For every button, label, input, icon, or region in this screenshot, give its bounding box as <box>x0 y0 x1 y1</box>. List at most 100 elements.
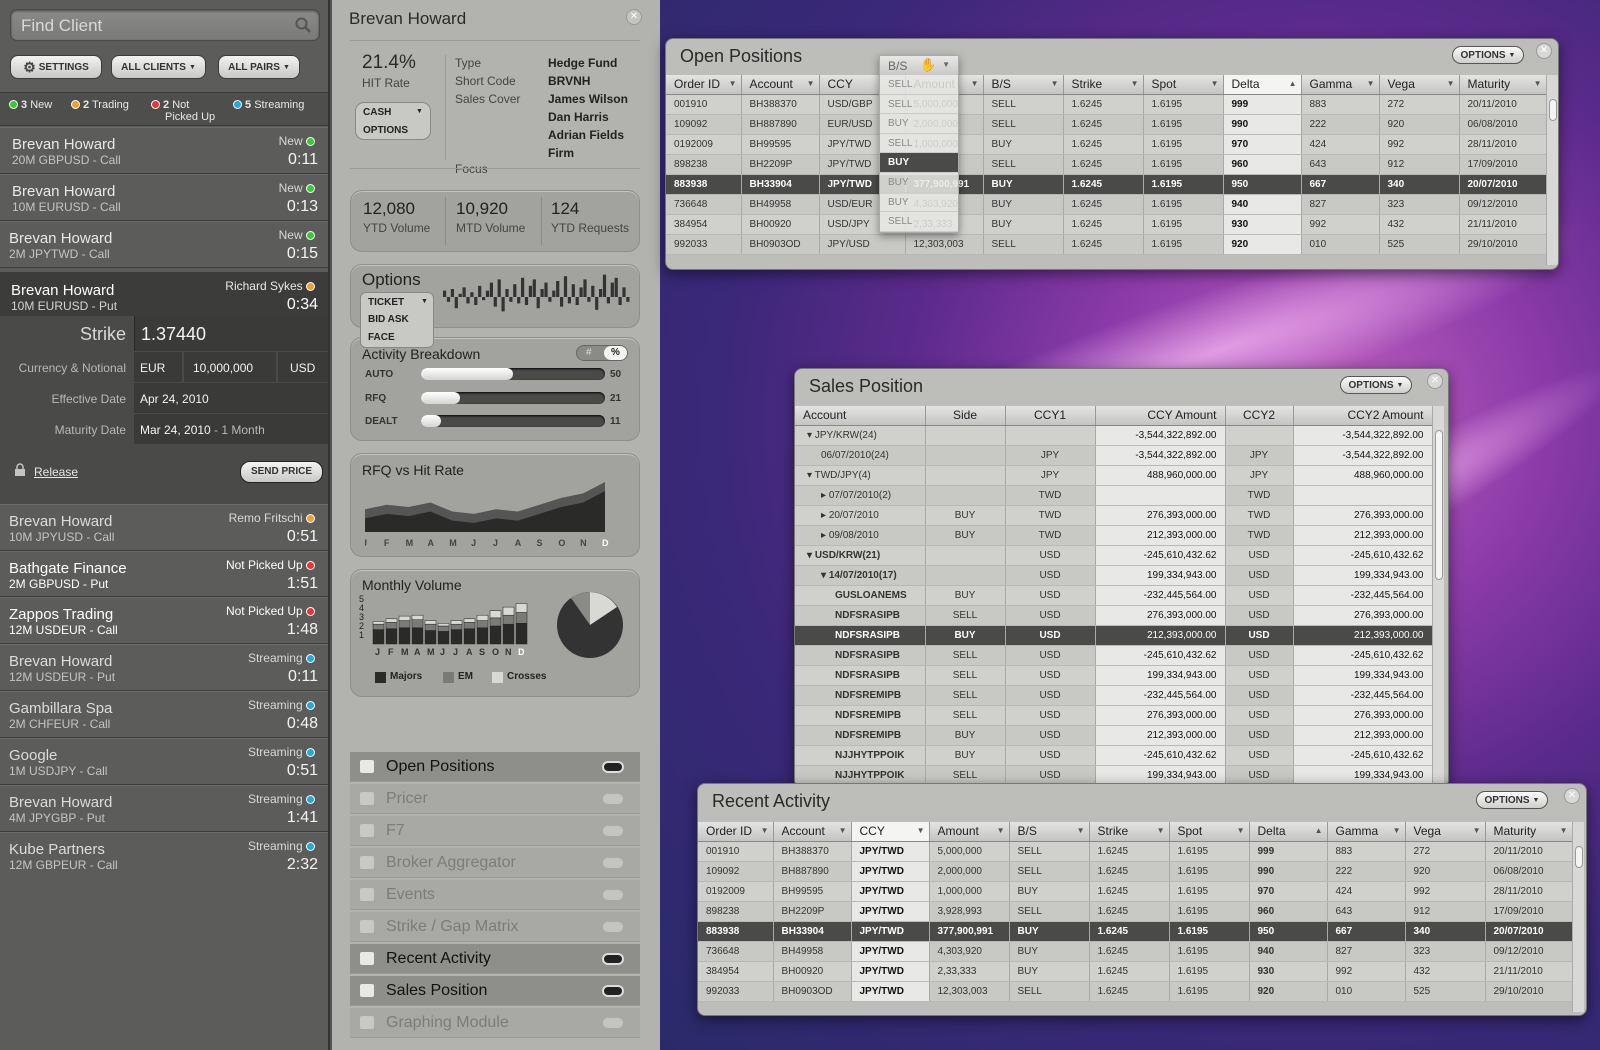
maturity-date-input[interactable]: Mar 24, 2010 - 1 Month <box>134 414 328 444</box>
ccy2-input[interactable]: USD <box>278 352 328 382</box>
dropdown-option[interactable]: BUY <box>880 153 958 173</box>
settings-button[interactable]: ⚙ SETTINGS <box>10 55 102 79</box>
nav-toggle[interactable] <box>602 857 624 869</box>
nav-item[interactable]: F7 <box>350 816 640 846</box>
dropdown-option[interactable]: SELL <box>880 134 958 154</box>
search-input[interactable]: Find Client <box>10 9 320 41</box>
close-icon[interactable]: ✕ <box>626 9 642 25</box>
close-icon[interactable]: ✕ <box>1536 43 1552 59</box>
column-header[interactable]: Delta ▲ <box>1249 822 1328 842</box>
table-row[interactable]: 898238BH2209PJPY/TWD3,928,993SELL1.62451… <box>666 154 1547 175</box>
column-header[interactable]: Account ▼ <box>773 822 852 842</box>
client-row[interactable]: Brevan Howard 2M JPYTWD - Call New 0:15 <box>0 221 328 268</box>
table-row[interactable]: ▸ 20/07/2010 BUY TWD 276,393,000.00 TWD 276,3… <box>795 505 1433 526</box>
dropdown-option[interactable]: BUY <box>880 193 958 213</box>
column-header[interactable]: CCY▼ <box>851 822 930 842</box>
nav-item[interactable]: Sales Position <box>350 976 640 1006</box>
column-header[interactable]: Account <box>795 406 926 426</box>
client-row[interactable]: Kube Partners 12M GBPEUR - Call Streamin… <box>0 832 328 879</box>
toggle-percent[interactable]: % <box>604 346 627 360</box>
column-header[interactable]: CCY2 <box>1225 406 1294 426</box>
dropdown-option[interactable]: SELL <box>880 212 958 232</box>
recent-activity-window[interactable]: Recent Activity OPTIONS ▼ ✕ Order ID ▼ Acco… <box>697 783 1587 1016</box>
table-row[interactable]: 992033 BH0903OD JPY/TWD 12,303,003 SELL 1.624… <box>698 981 1573 1002</box>
column-header[interactable]: Gamma ▼ <box>1327 822 1406 842</box>
search-icon[interactable] <box>295 17 311 36</box>
table-row[interactable]: ▾ JPY/KRW(24) -3,544,322,892.00 -3,544,322… <box>795 425 1433 446</box>
scrollbar[interactable] <box>1432 406 1444 787</box>
client-row[interactable]: Gambillara Spa 2M CHFEUR - Call Streamin… <box>0 691 328 738</box>
table-row[interactable]: ▸ 07/07/2010(2) TWD TWD <box>795 485 1433 506</box>
expand-icon[interactable]: ▸ <box>821 510 829 521</box>
nav-toggle[interactable] <box>602 761 624 773</box>
client-row[interactable]: Brevan Howard 20M GBPUSD - Call New 0:11 <box>0 127 328 174</box>
product-options[interactable]: OPTIONS <box>363 125 408 136</box>
sales-position-window[interactable]: Sales Position OPTIONS ▼ ✕ Account Side CCY… <box>794 368 1449 788</box>
filter-trading[interactable]: 2 Trading <box>71 99 129 111</box>
table-row[interactable]: 898238BH2209PJPY/TWD3,928,993SELL1.62451… <box>698 901 1573 922</box>
table-row[interactable]: NDFSRASIPB SELL USD -245,610,432.62 USD -245,… <box>795 645 1433 666</box>
strike-input[interactable]: 1.37440 <box>134 316 328 351</box>
column-header[interactable]: Spot ▼ <box>1169 822 1250 842</box>
dropdown-option[interactable]: BUY <box>880 114 958 134</box>
column-header[interactable]: Delta ▲ <box>1223 75 1302 95</box>
table-row[interactable]: ▾ 14/07/2010(17) USD 199,334,943.00 USD 199,… <box>795 565 1433 586</box>
column-header[interactable]: CCY2 Amount <box>1293 406 1433 426</box>
table-row[interactable]: 001910BH388370USD/GBP5,000,000SELL1.6245… <box>666 94 1547 115</box>
client-row[interactable]: Bathgate Finance 2M GBPUSD - Put Not Pic… <box>0 551 328 597</box>
nav-toggle[interactable] <box>602 825 624 837</box>
bs-column-dropdown[interactable]: B/S ▼ ✋ SELL SELL BUY SELL BUY BUY BUY SELL <box>879 55 959 233</box>
column-header[interactable]: B/S ▼ <box>983 75 1064 95</box>
filter-new[interactable]: 3 New <box>9 99 52 111</box>
collapse-icon[interactable]: ▾ <box>807 470 815 481</box>
nav-item[interactable]: Broker Aggregator <box>350 848 640 878</box>
view-mode-dropdown[interactable]: TICKET ▼ BID ASK FACE <box>360 292 434 348</box>
table-row[interactable]: NJJHYTPPOIK BUY USD -245,610,432.62 USD -245,… <box>795 745 1433 766</box>
options-button[interactable]: OPTIONS ▼ <box>1452 46 1524 64</box>
column-header[interactable]: B/S ▼ <box>1009 822 1090 842</box>
column-header[interactable]: Maturity ▼ <box>1485 822 1573 842</box>
expand-icon[interactable]: ▸ <box>821 530 829 541</box>
column-header[interactable]: Maturity ▼ <box>1459 75 1547 95</box>
column-header[interactable]: Spot ▼ <box>1143 75 1224 95</box>
nav-item[interactable]: Recent Activity <box>350 944 640 974</box>
all-pairs-dropdown[interactable]: ALL PAIRS ▼ <box>218 55 300 79</box>
client-row[interactable]: Brevan Howard 4M JPYGBP - Put Streaming … <box>0 785 328 832</box>
table-row[interactable]: NDFSRASIPB SELL USD 199,334,943.00 USD 199,33… <box>795 665 1433 686</box>
client-row[interactable]: Zappos Trading 12M USDEUR - Call Not Pic… <box>0 597 328 644</box>
nav-item[interactable]: Open Positions <box>350 752 640 782</box>
table-row[interactable]: 0192009BH99595JPY/TWD1,000,000BUY1.62451… <box>666 134 1547 155</box>
table-row[interactable]: 384954 BH00920 JPY/TWD 2,33,333 BUY 1.6245 1.6… <box>698 961 1573 982</box>
client-row[interactable]: Brevan Howard 10M EURUSD - Call New 0:13 <box>0 174 328 221</box>
expand-icon[interactable]: ▸ <box>821 490 829 501</box>
options-button[interactable]: OPTIONS ▼ <box>1340 376 1412 394</box>
table-row[interactable]: 384954BH00920USD/JPY2,33,333BUY1.62451.6… <box>666 214 1547 235</box>
product-selector[interactable]: CASH ▼ OPTIONS <box>355 102 431 140</box>
column-header[interactable]: Vega ▼ <box>1379 75 1460 95</box>
table-row[interactable]: GUSLOANEMS BUY USD -232,445,564.00 USD -232,4… <box>795 585 1433 606</box>
column-header[interactable]: Gamma ▼ <box>1301 75 1380 95</box>
close-icon[interactable]: ✕ <box>1564 788 1580 804</box>
table-row[interactable]: 992033 BH0903OD JPY/USD 12,303,003 SELL 1.624… <box>666 234 1547 255</box>
nav-toggle[interactable] <box>602 921 624 933</box>
table-row[interactable]: 001910 BH388370 JPY/TWD 5,000,000 SELL 1.6245… <box>698 841 1573 862</box>
table-row[interactable]: 736648 BH49958 JPY/TWD 4,303,920 BUY 1.6245 1.… <box>698 941 1573 962</box>
column-header[interactable]: CCY1 <box>1005 406 1096 426</box>
table-row[interactable]: ▾ TWD/JPY(4) JPY 488,960,000.00 JPY 488,960,… <box>795 465 1433 486</box>
column-header[interactable]: Amount▼ <box>929 822 1010 842</box>
table-row[interactable]: NJJHYTPPOIK SELL USD 199,334,943.00 USD 199,3… <box>795 765 1433 786</box>
release-link[interactable]: Release <box>34 465 78 479</box>
dropdown-header[interactable]: B/S ▼ ✋ <box>880 56 958 75</box>
table-row[interactable]: NDFSRASIPB SELL USD 276,393,000.00 USD 276,39… <box>795 605 1433 626</box>
nav-item[interactable]: Pricer <box>350 784 640 814</box>
mode-ticket[interactable]: TICKET <box>368 297 404 308</box>
table-row[interactable]: 109092 BH887890 JPY/TWD 2,000,000 SELL 1.6245… <box>698 861 1573 882</box>
open-positions-window[interactable]: Open Positions OPTIONS ▼ ✕ Order ID ▼ Accou… <box>665 38 1559 270</box>
column-header[interactable]: Strike ▼ <box>1089 822 1170 842</box>
table-row[interactable]: ▸ 09/08/2010 BUY TWD 212,393,000.00 TWD 212,3… <box>795 525 1433 546</box>
collapse-icon[interactable]: ▾ <box>821 570 829 581</box>
filter-not-picked-up[interactable]: 2 Not Picked Up <box>151 99 215 123</box>
scrollbar[interactable] <box>1572 822 1584 1012</box>
options-button[interactable]: OPTIONS ▼ <box>1476 791 1548 809</box>
ccy1-input[interactable]: EUR <box>134 352 182 382</box>
